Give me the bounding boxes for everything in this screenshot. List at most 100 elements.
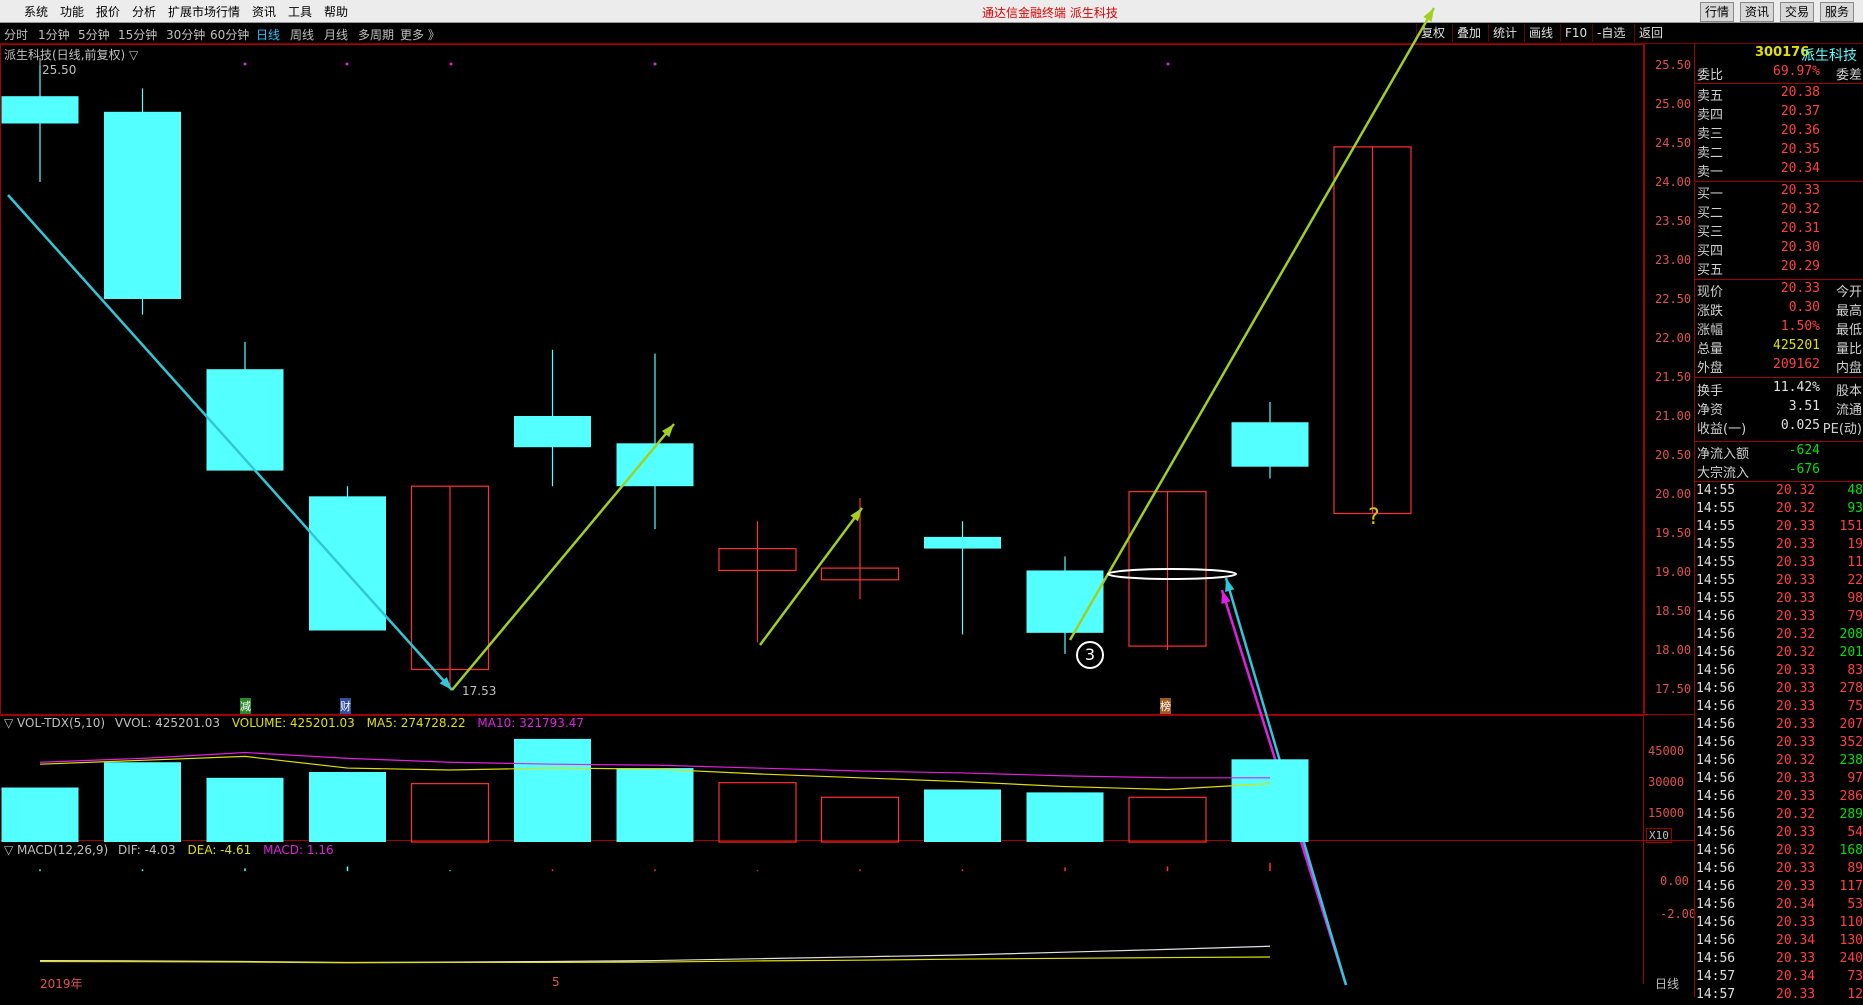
macd-dea-line (39, 956, 1271, 964)
tick-row: 14:56 20.33 278 (1696, 681, 1863, 699)
tick-price: 20.33 (1776, 591, 1816, 606)
vol-title: ▽ VOL-TDX(5,10) VVOL: 425201.03 VOLUME: … (4, 716, 584, 730)
marker-jian[interactable]: 减 (240, 698, 251, 714)
tick-price: 20.32 (1776, 501, 1816, 516)
event-dot (449, 62, 453, 66)
tab-service[interactable]: 服务 (1820, 2, 1855, 22)
tick-row: 14:56 20.32 201 (1696, 645, 1863, 663)
stat-4-label2: 内盘 (1835, 361, 1862, 376)
macd-dif: DIF: -4.03 (118, 843, 176, 857)
tick-price: 20.33 (1776, 915, 1816, 930)
marker-cai[interactable]: 财 (340, 698, 351, 714)
tick-time: 14:57 (1696, 969, 1736, 984)
buy-level-2: 买二 20.32 (1697, 202, 1862, 221)
tick-price: 20.33 (1776, 663, 1816, 678)
event-dot (1166, 62, 1170, 66)
x-year-label: 2019年 (40, 977, 83, 991)
macd-tick: -2.00 (1660, 907, 1697, 921)
tick-time: 14:55 (1696, 519, 1736, 534)
marker-bang[interactable]: 榜 (1160, 698, 1171, 714)
tab-market[interactable]: 行情 (1700, 2, 1735, 22)
tick-price: 20.32 (1776, 483, 1816, 498)
tick-volume: 240 (1839, 951, 1863, 966)
weibi-label: 委比 (1697, 68, 1724, 83)
stat-1: 涨跌 0.30 最高 (1697, 300, 1862, 319)
price-tick: 23.50 (1655, 214, 1692, 228)
tick-row: 14:56 20.34 53 (1696, 897, 1863, 915)
tick-row: 14:56 20.33 97 (1696, 771, 1863, 789)
stat-6-label: 净资 (1697, 403, 1724, 418)
price-tick: 19.50 (1655, 526, 1692, 540)
tick-time: 14:56 (1696, 897, 1736, 912)
price-tick: 25.00 (1655, 97, 1692, 111)
tick-row: 14:55 20.33 11 (1696, 555, 1863, 573)
quote-separator (1695, 481, 1863, 482)
price-tick: 24.00 (1655, 175, 1692, 189)
tick-row: 14:56 20.33 110 (1696, 915, 1863, 933)
buy-level-5: 买五 20.29 (1697, 259, 1862, 278)
quote-separator (1695, 279, 1863, 280)
tick-time: 14:56 (1696, 771, 1736, 786)
sell-level-2-value: 20.35 (1780, 142, 1820, 157)
tick-time: 14:56 (1696, 681, 1736, 696)
tick-time: 14:56 (1696, 951, 1736, 966)
macd-indicator-name[interactable]: ▽ MACD(12,26,9) (4, 843, 108, 857)
stat-6-value: 3.51 (1788, 399, 1820, 414)
buy-level-4-label: 买四 (1697, 244, 1724, 259)
tick-volume: 19 (1847, 537, 1863, 552)
tick-volume: 98 (1847, 591, 1863, 606)
cyan-down-arrow (7, 194, 453, 691)
volume-bar (1231, 759, 1309, 842)
event-dot (653, 62, 657, 66)
sell-level-5-value: 20.38 (1780, 85, 1820, 100)
buy-level-1: 买一 20.33 (1697, 183, 1862, 202)
tick-volume: 289 (1839, 807, 1863, 822)
tick-time: 14:56 (1696, 825, 1736, 840)
sell-level-3-value: 20.36 (1780, 123, 1820, 138)
stat-2-value: 1.50% (1780, 319, 1820, 334)
tick-volume: 11 (1847, 555, 1863, 570)
flow-0-label: 净流入额 (1697, 447, 1750, 462)
cyan-up-arrow-head (1225, 578, 1235, 592)
tick-volume: 54 (1847, 825, 1863, 840)
sell-level-5: 卖五 20.38 (1697, 85, 1862, 104)
tick-price: 20.34 (1776, 897, 1816, 912)
price-tick: 20.50 (1655, 448, 1692, 462)
flow-0-value: -624 (1788, 443, 1820, 458)
tick-volume: 278 (1839, 681, 1863, 696)
sell-level-1-value: 20.34 (1780, 161, 1820, 176)
tick-price: 20.32 (1776, 843, 1816, 858)
sell-level-2: 卖二 20.35 (1697, 142, 1862, 161)
tick-row: 14:56 20.33 352 (1696, 735, 1863, 753)
tick-volume: 83 (1847, 663, 1863, 678)
price-tick: 22.00 (1655, 331, 1692, 345)
tick-price: 20.33 (1776, 573, 1816, 588)
tick-price: 20.32 (1776, 753, 1816, 768)
green-up-arrow-3-head (1423, 8, 1434, 22)
stat-4: 外盘 209162 内盘 (1697, 357, 1862, 376)
tick-volume: 53 (1847, 897, 1863, 912)
volume-bar (1128, 796, 1207, 843)
x-month-label: 5 (552, 975, 560, 989)
tick-row: 14:56 20.32 208 (1696, 627, 1863, 645)
buy-level-1-label: 买一 (1697, 187, 1724, 202)
tab-trade[interactable]: 交易 (1780, 2, 1815, 22)
tick-row: 14:56 20.33 89 (1696, 861, 1863, 879)
tick-time: 14:55 (1696, 501, 1736, 516)
vol-unit-badge: X10 (1646, 828, 1672, 843)
tick-row: 14:55 20.32 93 (1696, 501, 1863, 519)
tick-row: 14:56 20.33 54 (1696, 825, 1863, 843)
volume-bar (1, 787, 79, 842)
vol-indicator-name[interactable]: ▽ VOL-TDX(5,10) (4, 716, 105, 730)
tick-volume: 110 (1839, 915, 1863, 930)
tick-price: 20.33 (1776, 681, 1816, 696)
stat-1-label: 涨跌 (1697, 304, 1724, 319)
tab-news[interactable]: 资讯 (1740, 2, 1775, 22)
tick-row: 14:55 20.33 22 (1696, 573, 1863, 591)
candle-body (924, 536, 1001, 549)
tick-time: 14:56 (1696, 735, 1736, 750)
tick-volume: 117 (1839, 879, 1863, 894)
tick-volume: 168 (1839, 843, 1863, 858)
quote-separator (1695, 83, 1863, 84)
tick-volume: 238 (1839, 753, 1863, 768)
